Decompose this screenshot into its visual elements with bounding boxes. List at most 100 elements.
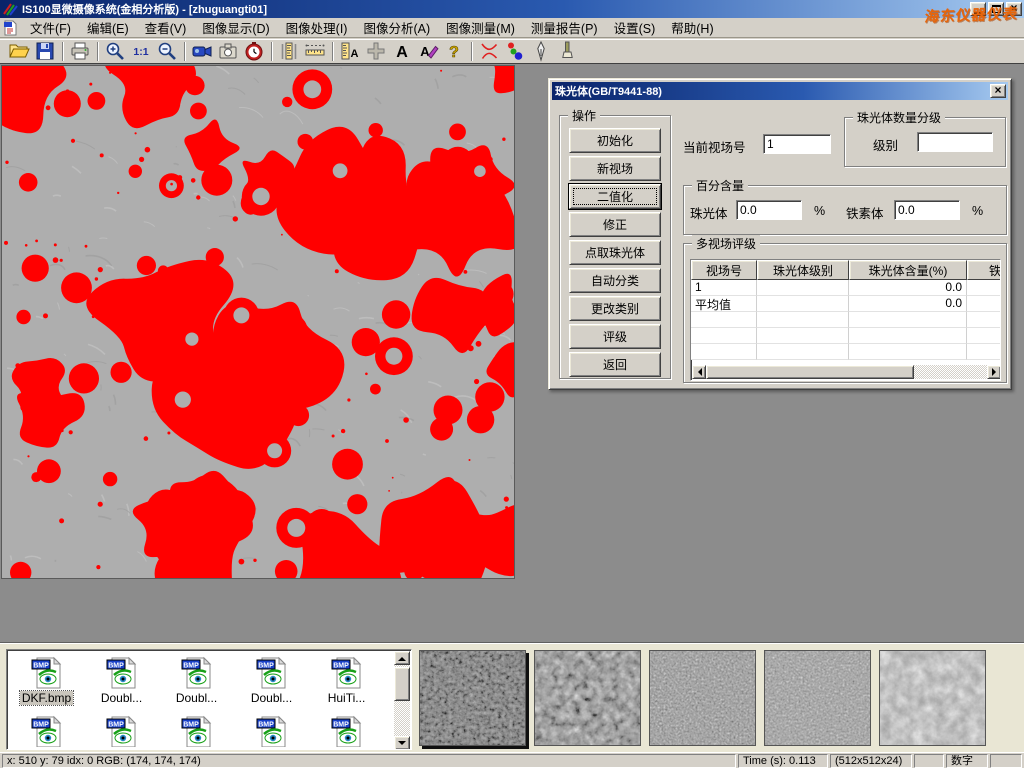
- op-button-2[interactable]: 新视场: [569, 156, 661, 181]
- save-button[interactable]: [32, 40, 58, 63]
- file-item[interactable]: BMPDKF.bmp: [9, 652, 84, 705]
- dialog-title-bar[interactable]: 珠光体(GB/T9441-88) ×: [552, 82, 1008, 100]
- multifield-table[interactable]: 视场号珠光体级别珠光体含量(%)铁素体 10.0平均值0.0: [690, 259, 1001, 381]
- open-button[interactable]: [6, 40, 32, 63]
- file-item[interactable]: BMP Doubl...: [84, 652, 159, 705]
- file-item[interactable]: BMPDoubl...: [234, 652, 309, 705]
- menu-item-4[interactable]: 图像显示(D): [194, 16, 277, 39]
- vscrollbar-thumb[interactable]: [394, 667, 410, 701]
- file-browser[interactable]: BMPDKF.bmpBMPDoubl...BMPDoubl...BMPDoubl…: [6, 649, 412, 750]
- scroll-up-button[interactable]: [394, 651, 410, 665]
- micrograph-image[interactable]: [2, 66, 514, 578]
- pen-button[interactable]: [528, 40, 554, 63]
- file-list-vertical-scrollbar[interactable]: [394, 651, 410, 750]
- video-camera-button[interactable]: [189, 40, 215, 63]
- table-row[interactable]: [691, 344, 1000, 360]
- menu-item-8[interactable]: 测量报告(P): [523, 16, 606, 39]
- close-button[interactable]: ×: [1006, 2, 1022, 16]
- op-button-1[interactable]: 初始化: [569, 128, 661, 153]
- grade-input[interactable]: [917, 132, 993, 152]
- scrollbar-track[interactable]: [914, 365, 987, 379]
- zoom-out-icon: [156, 40, 178, 62]
- scrollbar-thumb[interactable]: [706, 365, 914, 379]
- ruler-button[interactable]: [302, 40, 328, 63]
- menu-item-10[interactable]: 帮助(H): [663, 16, 721, 39]
- zoom-in-button[interactable]: [102, 40, 128, 63]
- text-button[interactable]: A: [389, 40, 415, 63]
- menu-item-9[interactable]: 设置(S): [606, 16, 664, 39]
- op-button-7[interactable]: 更改类别: [569, 296, 661, 321]
- image-thumbnail-4[interactable]: [764, 650, 871, 746]
- image-thumbnail-1[interactable]: [419, 650, 526, 746]
- table-horizontal-scrollbar[interactable]: [692, 365, 1001, 379]
- menu-item-2[interactable]: 编辑(E): [79, 16, 137, 39]
- window-title: IS100显微摄像系统(金相分析版) - [zhuguangti01]: [22, 1, 267, 17]
- print-button[interactable]: [67, 40, 93, 63]
- curve-button[interactable]: [476, 40, 502, 63]
- camera-button[interactable]: [215, 40, 241, 63]
- calibrate-a-button[interactable]: A: [337, 40, 363, 63]
- edit-text-button[interactable]: A: [415, 40, 441, 63]
- svg-text:1:1: 1:1: [133, 46, 148, 58]
- actual-size-button[interactable]: 1:1: [128, 40, 154, 63]
- file-item-partial[interactable]: BMP: [159, 711, 234, 747]
- op-button-5[interactable]: 点取珠光体: [569, 240, 661, 265]
- op-button-8[interactable]: 评级: [569, 324, 661, 349]
- color-points-icon: [504, 40, 526, 62]
- toolbar-separator: [271, 42, 272, 61]
- op-button-3[interactable]: 二值化: [569, 184, 661, 209]
- menu-item-5[interactable]: 图像处理(I): [278, 16, 356, 39]
- help-button[interactable]: ?: [441, 40, 467, 63]
- brush-button[interactable]: [554, 40, 580, 63]
- bmp-file-icon: BMP: [180, 656, 214, 690]
- file-item-partial[interactable]: BMP: [234, 711, 309, 747]
- file-item[interactable]: BMPDoubl...: [159, 652, 234, 705]
- op-button-4[interactable]: 修正: [569, 212, 661, 237]
- ferrite-percent-input[interactable]: 0.0: [894, 200, 960, 220]
- table-header-4[interactable]: 铁素体: [967, 260, 1001, 280]
- table-row[interactable]: 10.0: [691, 280, 1000, 296]
- svg-text:BMP: BMP: [108, 663, 124, 670]
- image-thumbnail-2[interactable]: [534, 650, 641, 746]
- op-button-6[interactable]: 自动分类: [569, 268, 661, 293]
- table-header-3[interactable]: 珠光体含量(%): [849, 260, 967, 280]
- file-name[interactable]: HuiTi...: [326, 691, 368, 705]
- close-icon: ×: [1010, 2, 1017, 14]
- document-icon[interactable]: [3, 20, 18, 36]
- thumbnail-strip: [419, 650, 986, 746]
- op-button-9[interactable]: 返回: [569, 352, 661, 377]
- dialog-close-button[interactable]: ×: [990, 84, 1006, 98]
- scroll-down-button[interactable]: [394, 736, 410, 750]
- timer-button[interactable]: [241, 40, 267, 63]
- table-header-1[interactable]: 视场号: [691, 260, 757, 280]
- file-item[interactable]: BMPHuiTi...: [309, 652, 384, 705]
- file-name[interactable]: DKF.bmp: [20, 691, 73, 705]
- file-name[interactable]: Doubl...: [174, 691, 219, 705]
- menu-item-3[interactable]: 查看(V): [137, 16, 195, 39]
- pearlite-percent-label: 珠光体: [690, 203, 728, 222]
- file-item-partial[interactable]: BMP: [84, 711, 159, 747]
- image-thumbnail-3[interactable]: [649, 650, 756, 746]
- menu-item-1[interactable]: 文件(F): [22, 16, 79, 39]
- zoom-out-button[interactable]: [154, 40, 180, 63]
- move-button[interactable]: [363, 40, 389, 63]
- menu-item-6[interactable]: 图像分析(A): [355, 16, 438, 39]
- scroll-right-button[interactable]: [987, 365, 1001, 379]
- menu-item-7[interactable]: 图像测量(M): [438, 16, 523, 39]
- file-name[interactable]: Doubl...: [249, 691, 294, 705]
- pearlite-percent-input[interactable]: 0.0: [736, 200, 802, 220]
- file-name[interactable]: Doubl...: [99, 691, 144, 705]
- minimize-button[interactable]: [970, 2, 986, 16]
- table-row[interactable]: [691, 312, 1000, 328]
- table-row[interactable]: 平均值0.0: [691, 296, 1000, 312]
- table-row[interactable]: [691, 328, 1000, 344]
- maximize-button[interactable]: [988, 2, 1004, 16]
- current-view-input[interactable]: 1: [763, 134, 831, 154]
- file-item-partial[interactable]: BMP: [9, 711, 84, 747]
- image-thumbnail-5[interactable]: [879, 650, 986, 746]
- color-points-button[interactable]: [502, 40, 528, 63]
- scroll-left-button[interactable]: [692, 365, 706, 379]
- table-header-2[interactable]: 珠光体级别: [757, 260, 849, 280]
- caliper-button[interactable]: [276, 40, 302, 63]
- file-item-partial[interactable]: BMP: [309, 711, 384, 747]
